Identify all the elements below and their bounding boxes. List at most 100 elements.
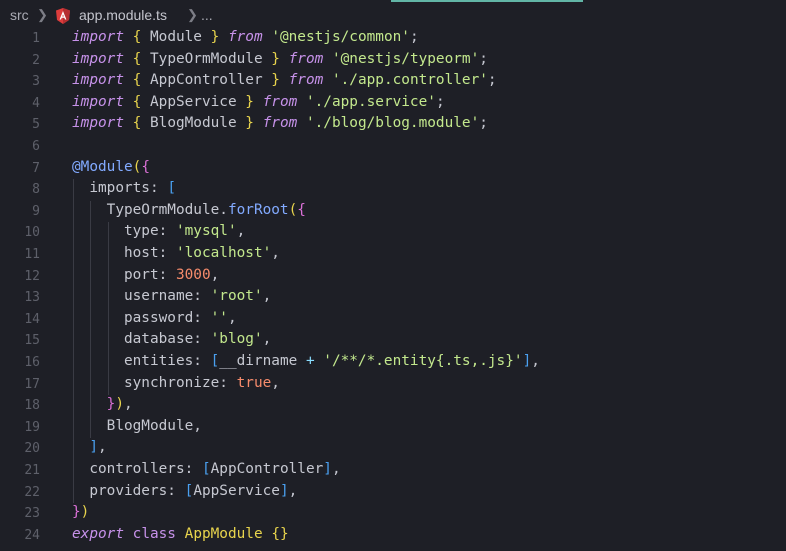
breadcrumb-file[interactable]: app.module.ts xyxy=(79,7,167,23)
chevron-right-icon: ❯ xyxy=(37,7,48,22)
code-token: ] xyxy=(323,461,332,477)
code-token: ] xyxy=(89,439,98,456)
line-number: 7 xyxy=(32,160,40,176)
code-line[interactable]: 19 BlogModule, xyxy=(0,417,786,439)
code-text: providers: [AppService], xyxy=(72,483,297,499)
code-token: 'mysql' xyxy=(175,223,237,240)
code-text: imports: [ xyxy=(72,180,176,196)
code-line[interactable]: 24 export class AppModule {} xyxy=(0,525,786,547)
code-token: '@nestjs/typeorm' xyxy=(331,50,480,67)
code-token: './blog/blog.module' xyxy=(305,115,480,132)
code-text: port: 3000, xyxy=(72,267,219,283)
code-token: 3000 xyxy=(175,266,211,283)
line-number: 1 xyxy=(32,31,40,46)
code-token: import xyxy=(72,29,124,45)
code-token: port: xyxy=(72,266,176,283)
code-token: '/**/*.entity{.ts,.js}' xyxy=(323,353,523,369)
code-line[interactable]: 21 controllers: [AppController], xyxy=(0,460,786,482)
code-line[interactable]: 23}) xyxy=(0,503,786,525)
line-number: 4 xyxy=(32,95,40,111)
code-token: ; xyxy=(409,29,419,45)
code-text: import { BlogModule } from './blog/blog.… xyxy=(72,115,488,131)
code-token: from xyxy=(288,50,324,67)
code-token: [ xyxy=(210,353,220,369)
code-line[interactable]: 11 host: 'localhost', xyxy=(0,244,786,266)
code-line[interactable]: 5 import { BlogModule } from './blog/blog… xyxy=(0,114,786,136)
code-token: 'root' xyxy=(210,288,263,305)
code-token: , xyxy=(227,309,237,326)
code-line[interactable]: 18 }), xyxy=(0,395,786,417)
line-number: 22 xyxy=(24,484,40,500)
code-token: ; xyxy=(479,50,488,67)
breadcrumb-ellipsis[interactable]: ... xyxy=(201,7,213,23)
code-line[interactable]: 1 import { Module } from '@nestjs/common'… xyxy=(0,28,786,50)
breadcrumb-folder-src[interactable]: src xyxy=(10,7,29,23)
line-number: 24 xyxy=(24,527,40,543)
code-text: synchronize: true, xyxy=(72,375,280,391)
code-text: import { AppService } from './app.servic… xyxy=(72,94,445,110)
code-token: forRoot xyxy=(227,201,289,218)
code-token: ( xyxy=(288,201,298,218)
code-token: , xyxy=(98,439,107,456)
code-token: AppService xyxy=(141,93,246,110)
code-token: import xyxy=(72,93,124,110)
code-token: from xyxy=(227,29,263,45)
code-token: , xyxy=(331,461,341,477)
code-text: controllers: [AppController], xyxy=(72,461,341,477)
code-token: '' xyxy=(210,309,228,326)
line-number: 15 xyxy=(24,333,40,349)
code-token: 'localhost' xyxy=(175,245,272,261)
code-token: ) xyxy=(115,396,124,413)
code-token: AppController xyxy=(210,461,324,477)
code-token: , xyxy=(271,374,280,391)
line-number: 11 xyxy=(24,247,40,262)
code-line[interactable]: 6 xyxy=(0,136,786,158)
code-text: entities: [__dirname + '/**/*.entity{.ts… xyxy=(72,353,540,369)
code-token: ] xyxy=(522,353,532,369)
code-token: , xyxy=(531,353,540,369)
code-text: import { Module } from '@nestjs/common'; xyxy=(72,29,419,45)
code-token: password: xyxy=(72,309,211,326)
code-line[interactable]: 10 type: 'mysql', xyxy=(0,222,786,244)
code-line[interactable]: 15 database: 'blog', xyxy=(0,330,786,352)
line-number: 5 xyxy=(32,117,40,133)
code-line[interactable]: 3 import { AppController } from './app.co… xyxy=(0,71,786,93)
code-token: entities: xyxy=(72,353,211,369)
code-token: from xyxy=(262,93,298,110)
code-token: @Module xyxy=(72,158,133,175)
code-token: imports: xyxy=(72,180,168,197)
code-token: from xyxy=(288,72,324,89)
code-line[interactable]: 17 synchronize: true, xyxy=(0,374,786,396)
code-line[interactable]: 8 imports: [ xyxy=(0,179,786,201)
code-line[interactable]: 12 port: 3000, xyxy=(0,266,786,288)
code-line[interactable]: 20 ], xyxy=(0,438,786,460)
code-token: , xyxy=(124,396,133,413)
code-token: 'blog' xyxy=(210,331,263,348)
code-line[interactable]: 7 @Module({ xyxy=(0,158,786,180)
code-line[interactable]: 22 providers: [AppService], xyxy=(0,482,786,504)
code-token: Module xyxy=(141,29,211,45)
code-line[interactable]: 9 TypeOrmModule.forRoot({ xyxy=(0,201,786,223)
line-number: 9 xyxy=(32,203,40,219)
code-text: database: 'blog', xyxy=(72,331,271,347)
code-line[interactable]: 13 username: 'root', xyxy=(0,287,786,309)
code-token: + xyxy=(305,353,315,369)
code-line[interactable]: 4 import { AppService } from './app.servi… xyxy=(0,93,786,115)
code-token: , xyxy=(262,288,272,305)
line-number: 2 xyxy=(32,52,40,68)
code-line[interactable]: 14 password: '', xyxy=(0,309,786,331)
code-line[interactable]: 2 import { TypeOrmModule } from '@nestjs/… xyxy=(0,50,786,72)
code-token: AppController xyxy=(141,72,272,89)
code-token: , xyxy=(236,223,246,240)
code-line[interactable]: 16 entities: [__dirname + '/**/*.entity{… xyxy=(0,352,786,374)
code-token: './app.service' xyxy=(305,93,436,110)
code-token: providers: xyxy=(72,482,185,499)
